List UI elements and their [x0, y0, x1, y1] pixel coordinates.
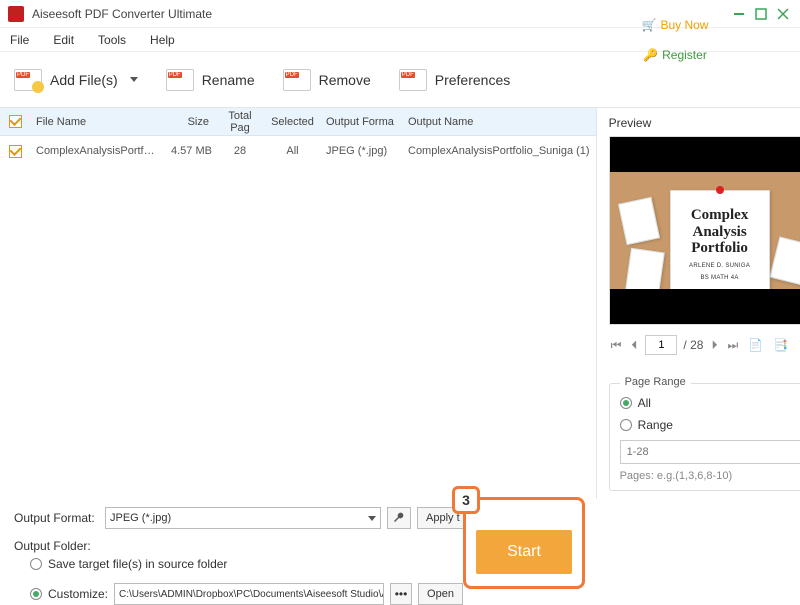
page-total: / 28 — [683, 338, 703, 352]
rename-button[interactable]: Rename — [166, 69, 255, 91]
chevron-down-icon — [368, 516, 376, 521]
header-outputname[interactable]: Output Name — [402, 116, 596, 128]
output-format-label: Output Format: — [14, 511, 99, 525]
add-file-icon — [14, 69, 42, 91]
radio-icon — [30, 558, 42, 570]
preview-label: Preview — [609, 116, 800, 130]
bottom-panel: Output Format: JPEG (*.jpg) Apply t Outp… — [0, 499, 800, 599]
radio-range[interactable]: Range — [620, 418, 800, 432]
menu-help[interactable]: Help — [150, 33, 175, 47]
preview-doc-author: ARLENE D. SUNIGA — [689, 263, 750, 269]
header-selected[interactable]: Selected — [265, 116, 320, 128]
cell-format: JPEG (*.jpg) — [320, 145, 402, 157]
preview-panel: Preview Complex Analysis Portfolio ARLEN… — [597, 108, 800, 499]
pin-icon — [716, 186, 724, 194]
menu-tools[interactable]: Tools — [98, 33, 126, 47]
remove-button[interactable]: Remove — [283, 69, 371, 91]
preview-doc-sub: BS MATH 4A — [700, 275, 738, 281]
page-input[interactable] — [645, 335, 677, 355]
next-page-button[interactable]: ⏵ — [709, 336, 719, 355]
output-path-field[interactable]: C:\Users\ADMIN\Dropbox\PC\Documents\Aise… — [114, 583, 384, 605]
remove-icon — [283, 69, 311, 91]
preview-doc-title: Complex Analysis Portfolio — [677, 207, 763, 257]
step-badge: 3 — [452, 486, 480, 514]
select-all-checkbox[interactable] — [9, 115, 22, 128]
header-filename[interactable]: File Name — [30, 116, 165, 128]
radio-icon — [620, 419, 632, 431]
wrench-icon — [392, 511, 406, 525]
page-range-input[interactable] — [620, 440, 800, 464]
preview-thumbnail: Complex Analysis Portfolio ARLENE D. SUN… — [609, 136, 800, 325]
radio-save-source[interactable]: Save target file(s) in source folder — [30, 557, 227, 571]
radio-all[interactable]: All — [620, 396, 800, 410]
browse-button[interactable]: ••• — [390, 583, 412, 605]
menu-file[interactable]: File — [10, 33, 29, 47]
cell-outname: ComplexAnalysisPortfolio_Suniga (1) — [402, 145, 596, 157]
cell-selected: All — [265, 145, 320, 157]
preferences-icon — [399, 69, 427, 91]
page-range-hint: Pages: e.g.(1,3,6,8-10) — [620, 470, 800, 482]
page-range-legend: Page Range — [620, 376, 691, 388]
menubar: File Edit Tools Help 🛒Buy Now 🔑Register — [0, 28, 800, 52]
output-format-select[interactable]: JPEG (*.jpg) — [105, 507, 381, 529]
first-page-button[interactable]: ⏮ — [609, 336, 624, 355]
start-button[interactable]: Start — [476, 530, 572, 574]
menu-edit[interactable]: Edit — [53, 33, 74, 47]
last-page-button[interactable]: ⏭ — [725, 336, 740, 355]
format-settings-button[interactable] — [387, 507, 411, 529]
cart-icon: 🛒 — [642, 18, 657, 32]
header-outputformat[interactable]: Output Forma — [320, 116, 402, 128]
row-checkbox[interactable] — [9, 145, 22, 158]
file-list-panel: File Name Size Total Pag Selected Output… — [0, 108, 597, 499]
header-totalpages[interactable]: Total Pag — [215, 110, 265, 134]
start-callout: 3 Start — [463, 497, 585, 589]
header-size[interactable]: Size — [165, 116, 215, 128]
table-header: File Name Size Total Pag Selected Output… — [0, 108, 596, 136]
app-icon — [8, 6, 24, 22]
preferences-button[interactable]: Preferences — [399, 69, 510, 91]
chevron-down-icon — [130, 77, 138, 82]
radio-icon — [30, 588, 42, 600]
prev-page-button[interactable]: ⏴ — [629, 336, 639, 355]
pager: ⏮ ⏴ / 28 ⏵ ⏭ 📄 📑 — [609, 335, 800, 355]
key-icon: 🔑 — [643, 48, 658, 62]
register-link[interactable]: 🔑Register — [643, 48, 707, 62]
table-row[interactable]: ComplexAnalysisPortfolio_S... 4.57 MB 28… — [0, 136, 596, 166]
page-range-fieldset: Page Range All Range Pages: e.g.(1,3,6,8… — [609, 383, 800, 491]
cell-size: 4.57 MB — [165, 145, 215, 157]
output-folder-label: Output Folder: — [14, 539, 786, 553]
open-folder-button[interactable]: Open — [418, 583, 463, 605]
buy-now-link[interactable]: 🛒Buy Now — [642, 18, 709, 32]
radio-icon — [620, 397, 632, 409]
rename-icon — [166, 69, 194, 91]
cell-pages: 28 — [215, 145, 265, 157]
cell-filename: ComplexAnalysisPortfolio_S... — [30, 145, 165, 157]
add-files-button[interactable]: Add File(s) — [14, 69, 138, 91]
page-icon-1[interactable]: 📄 — [746, 336, 765, 354]
page-icon-2[interactable]: 📑 — [771, 336, 790, 354]
